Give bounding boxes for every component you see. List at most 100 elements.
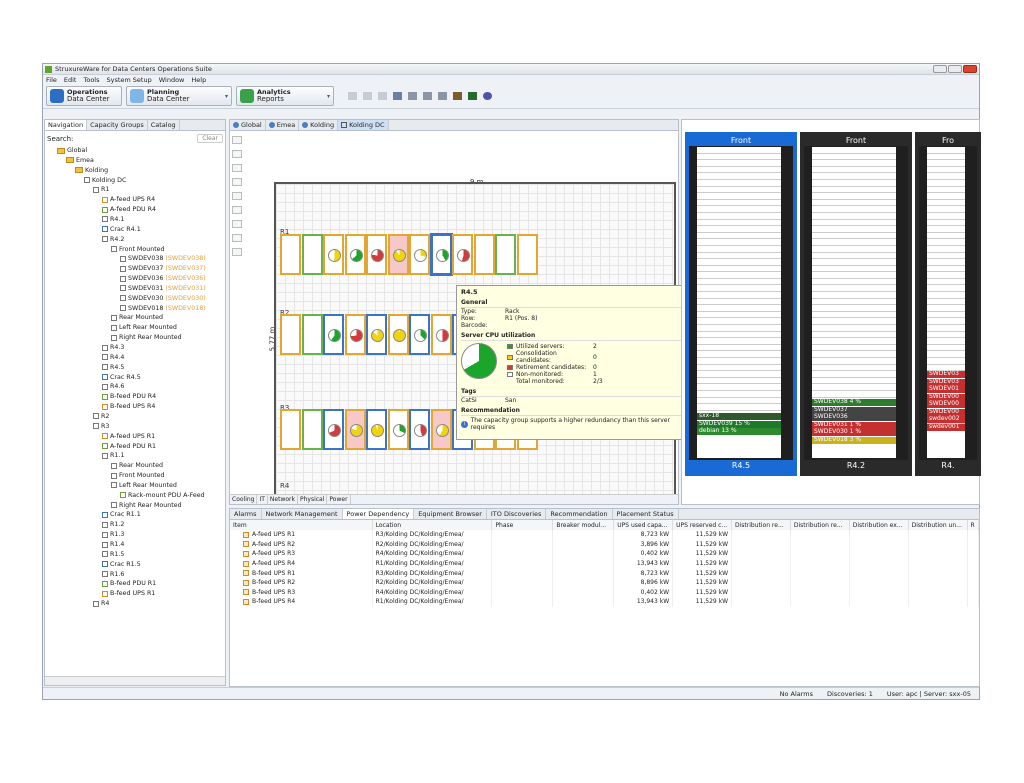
rack-slot[interactable] — [927, 246, 965, 253]
rack-slot[interactable] — [927, 285, 965, 293]
server-device[interactable]: SWDEV018 3 % — [812, 436, 896, 444]
rack-slot[interactable] — [927, 292, 965, 299]
tree-node[interactable]: R4.5 — [102, 363, 124, 372]
server-device[interactable]: SWDEV01 — [927, 386, 965, 393]
rack-slot[interactable] — [927, 239, 965, 246]
rack-slot[interactable] — [812, 266, 896, 273]
column-header[interactable]: Distribution ex... — [849, 520, 909, 530]
rack-slot[interactable] — [927, 279, 965, 286]
tree-node[interactable]: SWDEV018 (SWDEV018) — [120, 304, 206, 313]
rack[interactable] — [409, 234, 430, 275]
tree-node[interactable]: Rear Mounted — [111, 461, 163, 470]
rack[interactable] — [301, 234, 323, 275]
rotate-icon[interactable] — [232, 220, 242, 228]
rack-slot[interactable] — [697, 253, 781, 260]
operations-perspective-button[interactable]: Operations Data Center — [46, 86, 122, 106]
rack-slot[interactable] — [927, 358, 965, 365]
rack-slot[interactable] — [812, 292, 896, 299]
rack-view[interactable]: Fro SWDEV03 SWDEV03 SWDEV01 SWDEV00 SWDEV00 SW… — [915, 132, 981, 476]
rack-slot[interactable] — [927, 272, 965, 279]
rack[interactable] — [430, 234, 452, 275]
tab-power[interactable]: Power — [327, 495, 351, 504]
rack-slot[interactable] — [812, 253, 896, 260]
tree-node[interactable]: R1.5 — [102, 550, 124, 559]
table-row[interactable]: A-feed UPS R2 R2/Kolding DC/Kolding/Emea/… — [230, 539, 980, 550]
tree-node[interactable]: R1.2 — [102, 520, 124, 529]
paste-icon[interactable] — [378, 92, 387, 100]
barcode-icon[interactable] — [468, 92, 477, 100]
rack[interactable] — [280, 409, 301, 450]
tree-node[interactable]: Left Rear Mounted — [111, 481, 177, 490]
server-device[interactable]: sxx-18 — [697, 413, 781, 420]
column-header[interactable]: Distribution re... — [790, 520, 850, 530]
column-header[interactable]: Distribution un... — [908, 520, 968, 530]
rack-slot[interactable] — [927, 200, 965, 207]
rack-slot[interactable] — [697, 246, 781, 253]
rack-slot[interactable] — [927, 253, 965, 260]
rack-slot[interactable] — [697, 305, 781, 312]
search-input[interactable] — [76, 134, 194, 143]
table-row[interactable]: A-feed UPS R3 R4/Kolding DC/Kolding/Emea/… — [230, 549, 980, 559]
rack-slot[interactable] — [812, 378, 896, 385]
rack-slot[interactable] — [927, 154, 965, 161]
rack-slot[interactable] — [697, 345, 781, 352]
rack-slot[interactable] — [812, 299, 896, 306]
rack-slot[interactable] — [697, 279, 781, 286]
rack-slot[interactable] — [812, 285, 896, 293]
tab-placement-status[interactable]: Placement Status — [613, 509, 679, 519]
alarms-status[interactable]: No Alarms — [780, 690, 813, 698]
tab-cooling[interactable]: Cooling — [230, 495, 258, 504]
rack-slot[interactable] — [697, 332, 781, 339]
rack-slot[interactable] — [697, 226, 781, 233]
rack[interactable] — [323, 234, 344, 275]
rack-slot[interactable] — [812, 226, 896, 233]
table-row[interactable]: B-feed UPS R4 R1/Kolding DC/Kolding/Emea/… — [230, 597, 980, 607]
rack-slot[interactable] — [697, 213, 781, 220]
rack[interactable] — [280, 234, 301, 275]
rack-slot[interactable] — [697, 259, 781, 266]
rack-slot[interactable] — [697, 285, 781, 293]
rack-slot[interactable] — [697, 365, 781, 372]
rack-slot[interactable] — [812, 351, 896, 358]
tree-node[interactable]: R3 — [93, 422, 109, 431]
rack-slot[interactable] — [697, 193, 781, 200]
rack-slot[interactable] — [697, 398, 781, 405]
discoveries-status[interactable]: Discoveries: 1 — [827, 690, 873, 698]
rack-view[interactable]: Front SWDEV038 4 % SWDEV037 SWDEV036 SWDEV03… — [800, 132, 912, 476]
tree-node[interactable]: R4.6 — [102, 382, 124, 391]
column-header[interactable]: Phase — [491, 520, 554, 530]
chevron-down-icon[interactable]: ▾ — [225, 93, 228, 100]
rack-slot[interactable] — [927, 160, 965, 167]
tree-node[interactable]: B-feed UPS R1 — [102, 589, 155, 598]
rack-slot[interactable] — [697, 220, 781, 227]
menu-window[interactable]: Window — [159, 76, 185, 84]
tree-node[interactable]: R1.3 — [102, 530, 124, 539]
tree-node[interactable]: R4.2 — [102, 235, 124, 244]
table-row[interactable]: A-feed UPS R4 R1/Kolding DC/Kolding/Emea/… — [230, 558, 980, 569]
rack[interactable] — [430, 314, 452, 355]
clear-button[interactable]: Clear — [197, 134, 223, 143]
tree-node[interactable]: Rear Mounted — [111, 313, 163, 322]
tree-node[interactable]: A-feed PDU R1 — [102, 442, 156, 451]
rack-slot[interactable] — [927, 193, 965, 200]
rack-slot[interactable] — [697, 371, 781, 378]
rack-slot[interactable] — [697, 187, 781, 194]
rack-slot[interactable] — [812, 213, 896, 220]
rack-slot[interactable] — [697, 266, 781, 273]
tree-node[interactable]: R1.1 — [102, 451, 124, 460]
rack-slot[interactable] — [812, 187, 896, 194]
tab-network[interactable]: Network — [268, 495, 298, 504]
rack[interactable] — [323, 314, 344, 355]
rack-slot[interactable] — [812, 206, 896, 213]
rack-slot[interactable] — [812, 220, 896, 227]
tab-recommendation[interactable]: Recommendation — [546, 509, 613, 519]
rack[interactable] — [344, 314, 366, 355]
tree-node[interactable]: Right Rear Mounted — [111, 501, 182, 510]
tree-node[interactable]: B-feed PDU R1 — [102, 579, 156, 588]
rack-slot[interactable] — [697, 147, 781, 154]
rack[interactable] — [473, 234, 495, 275]
tab-ito-discoveries[interactable]: ITO Discoveries — [487, 509, 547, 519]
tree-node[interactable]: SWDEV031 (SWDEV031) — [120, 284, 206, 293]
rack-slot[interactable] — [812, 312, 896, 319]
tree-node[interactable]: B-feed PDU R4 — [102, 392, 156, 401]
